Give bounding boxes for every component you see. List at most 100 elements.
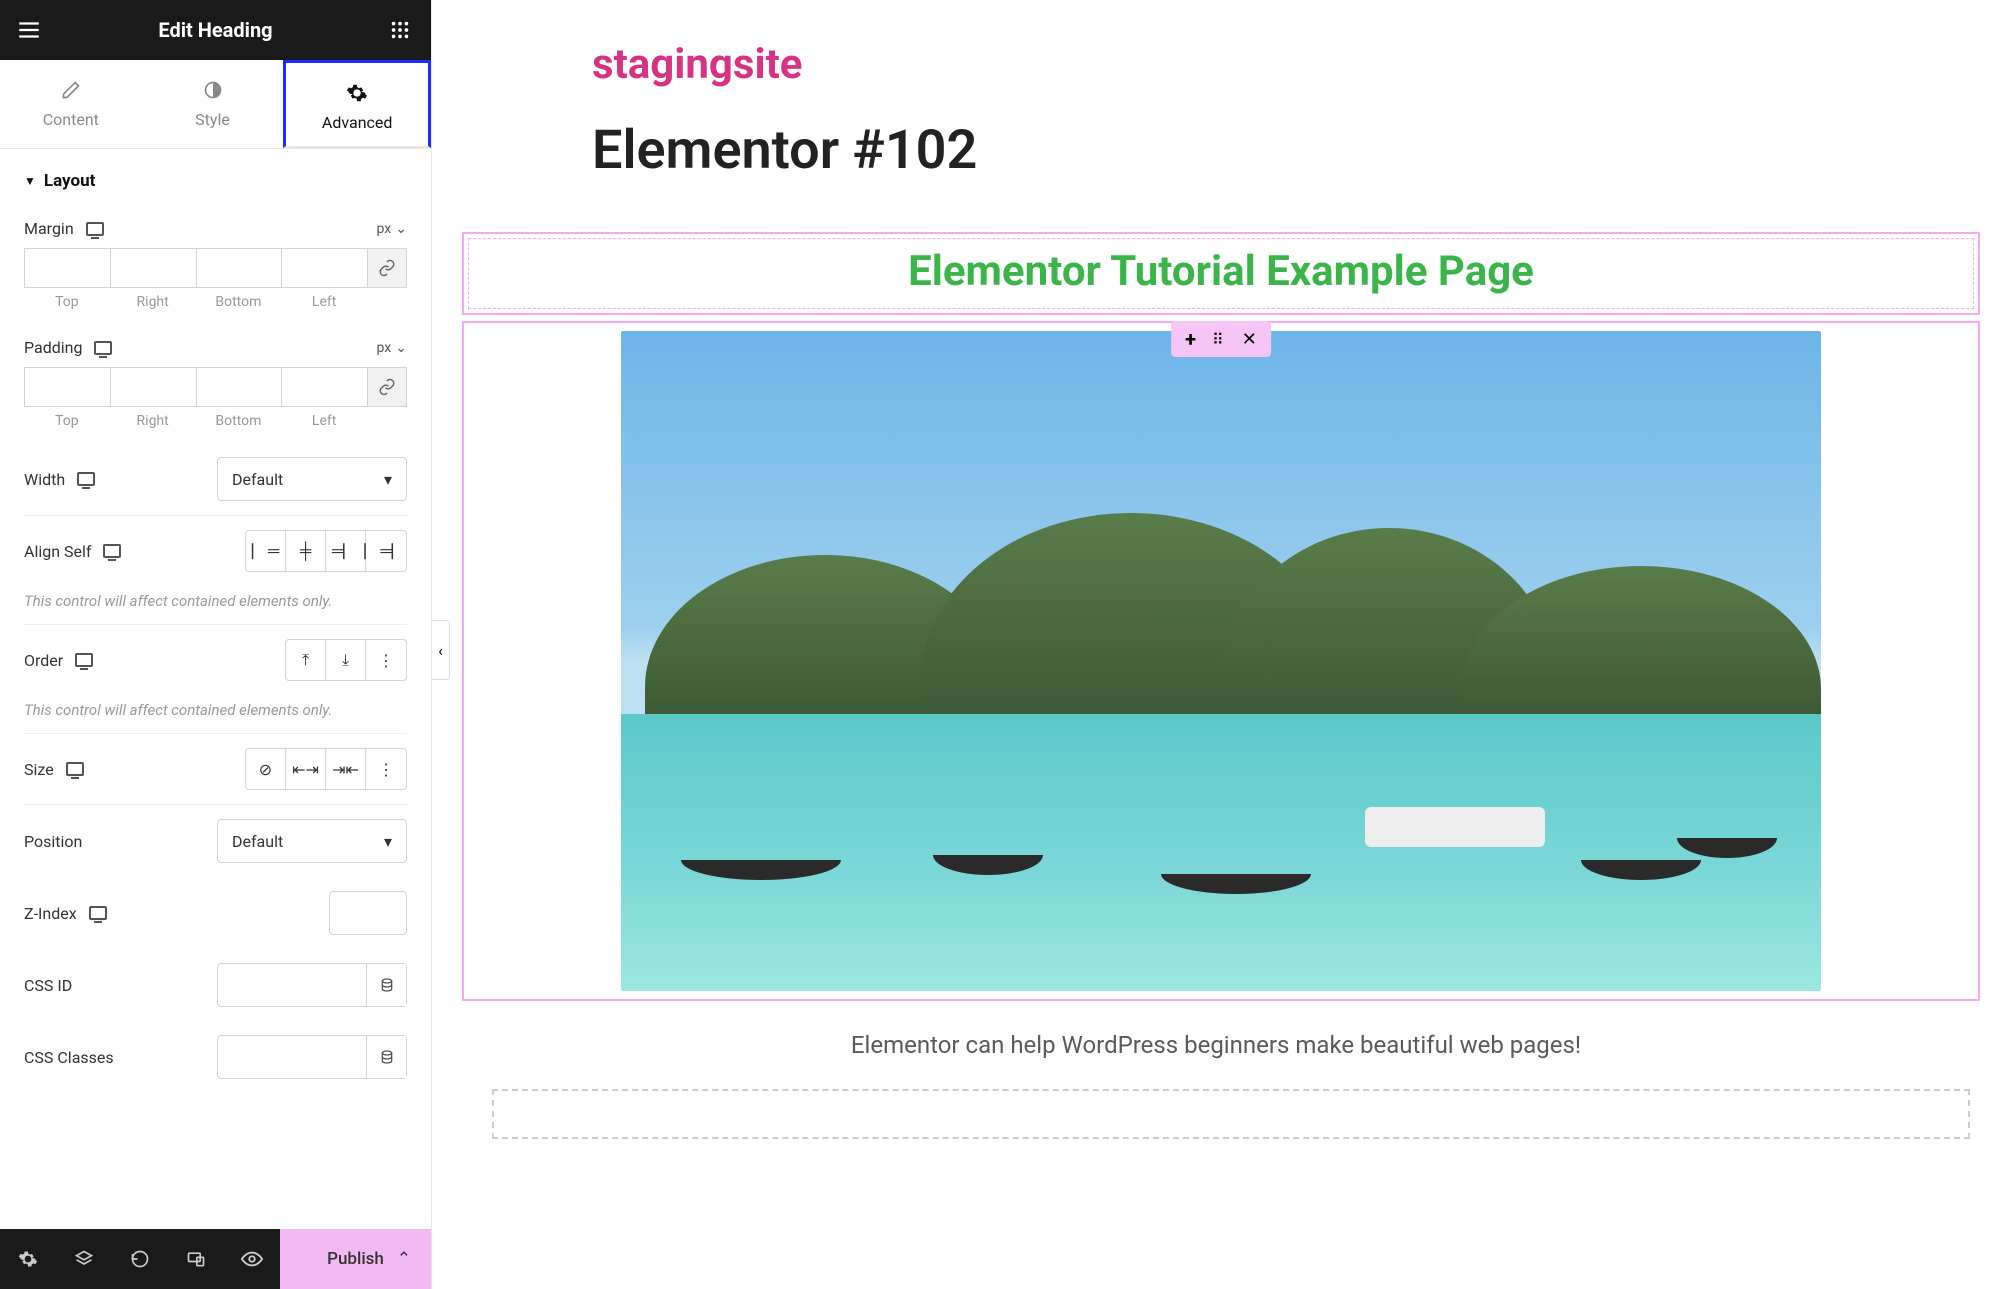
link-values-button[interactable] bbox=[367, 248, 407, 288]
caret-down-icon: ▾ bbox=[384, 832, 392, 851]
size-control: Size ⊘ ⇤⇥ ⇥⇤ ⋮ bbox=[24, 734, 407, 805]
cssid-control: CSS ID bbox=[24, 949, 407, 1021]
width-select[interactable]: Default ▾ bbox=[217, 457, 407, 501]
widget-handle: + ⠿ ✕ bbox=[1171, 321, 1271, 357]
contrast-icon bbox=[201, 78, 225, 102]
zindex-input[interactable] bbox=[329, 891, 407, 935]
margin-left-input[interactable] bbox=[281, 248, 367, 288]
post-title: Elementor #102 bbox=[432, 89, 2000, 182]
label: Padding bbox=[24, 338, 82, 357]
margin-control: Margin px⌄ Top Right Bottom Left bbox=[24, 205, 407, 324]
drag-handle-icon[interactable]: ⠿ bbox=[1212, 330, 1226, 349]
desktop-icon[interactable] bbox=[86, 222, 104, 236]
label: Margin bbox=[24, 219, 74, 238]
navigator-icon[interactable] bbox=[56, 1229, 112, 1289]
unit-selector[interactable]: px⌄ bbox=[377, 340, 407, 356]
position-control: Position Default ▾ bbox=[24, 805, 407, 877]
padding-bottom-input[interactable] bbox=[196, 367, 282, 407]
label: Size bbox=[24, 760, 54, 779]
cssclasses-input[interactable] bbox=[217, 1035, 407, 1079]
padding-left-input[interactable] bbox=[281, 367, 367, 407]
add-widget-icon[interactable]: + bbox=[1185, 327, 1196, 351]
history-icon[interactable] bbox=[112, 1229, 168, 1289]
margin-bottom-input[interactable] bbox=[196, 248, 282, 288]
hamburger-menu-icon[interactable] bbox=[16, 17, 42, 43]
order-hint: This control will affect contained eleme… bbox=[24, 695, 407, 734]
label: Order bbox=[24, 651, 63, 670]
panel-header: Edit Heading bbox=[0, 0, 431, 60]
heading-widget[interactable]: Elementor Tutorial Example Page bbox=[468, 238, 1974, 309]
tab-content[interactable]: Content bbox=[0, 60, 142, 148]
dynamic-tag-icon[interactable] bbox=[366, 964, 406, 1006]
section-title: Layout bbox=[44, 171, 95, 191]
order-last-button[interactable]: ⤓ bbox=[326, 640, 366, 680]
label: Position bbox=[24, 832, 82, 851]
cssclasses-control: CSS Classes bbox=[24, 1021, 407, 1093]
close-icon[interactable]: ✕ bbox=[1242, 329, 1257, 350]
desktop-icon[interactable] bbox=[94, 341, 112, 355]
caption-text[interactable]: Elementor can help WordPress beginners m… bbox=[432, 1031, 2000, 1059]
label: CSS Classes bbox=[24, 1048, 114, 1067]
size-more-button[interactable]: ⋮ bbox=[366, 749, 406, 789]
preview-canvas: stagingsite Elementor #102 Elementor Tut… bbox=[432, 0, 2000, 1289]
desktop-icon[interactable] bbox=[103, 544, 121, 558]
caret-down-icon: ▾ bbox=[384, 470, 392, 489]
margin-top-input[interactable] bbox=[24, 248, 110, 288]
site-title[interactable]: stagingsite bbox=[432, 0, 2000, 89]
width-control: Width Default ▾ bbox=[24, 443, 407, 516]
desktop-icon[interactable] bbox=[77, 472, 95, 486]
tab-label: Advanced bbox=[322, 113, 393, 132]
order-first-button[interactable]: ⤒ bbox=[286, 640, 326, 680]
desktop-icon[interactable] bbox=[89, 906, 107, 920]
widgets-grid-icon[interactable] bbox=[389, 19, 415, 41]
cssid-input[interactable] bbox=[217, 963, 407, 1007]
margin-right-input[interactable] bbox=[110, 248, 196, 288]
dynamic-tag-icon[interactable] bbox=[366, 1036, 406, 1078]
align-stretch-button[interactable]: ⎸═⎸ bbox=[366, 531, 406, 571]
tab-label: Style bbox=[195, 110, 230, 129]
unit-selector[interactable]: px⌄ bbox=[377, 221, 407, 237]
chevron-up-icon[interactable]: ⌃ bbox=[397, 1249, 411, 1269]
pencil-icon bbox=[59, 78, 83, 102]
add-section-placeholder[interactable] bbox=[492, 1089, 1970, 1139]
responsive-icon[interactable] bbox=[168, 1229, 224, 1289]
publish-button[interactable]: Publish ⌃ bbox=[280, 1229, 431, 1289]
align-end-button[interactable]: ═⎸ bbox=[326, 531, 366, 571]
desktop-icon[interactable] bbox=[75, 653, 93, 667]
desktop-icon[interactable] bbox=[66, 762, 84, 776]
chevron-down-icon: ⌄ bbox=[395, 340, 407, 356]
size-shrink-button[interactable]: ⇥⇤ bbox=[326, 749, 366, 789]
panel-tabs: Content Style Advanced bbox=[0, 60, 431, 149]
caret-down-icon: ▼ bbox=[24, 174, 36, 188]
order-more-button[interactable]: ⋮ bbox=[366, 640, 406, 680]
order-control: Order ⤒ ⤓ ⋮ bbox=[24, 625, 407, 695]
panel-title: Edit Heading bbox=[158, 18, 272, 42]
image-section[interactable]: + ⠿ ✕ bbox=[462, 321, 1980, 1001]
gear-icon bbox=[345, 81, 369, 105]
align-start-button[interactable]: ⎸═ bbox=[246, 531, 286, 571]
align-center-button[interactable]: ╪ bbox=[286, 531, 326, 571]
position-select[interactable]: Default ▾ bbox=[217, 819, 407, 863]
label: Width bbox=[24, 470, 65, 489]
editor-panel: Edit Heading Content Style Advanced ▼ La… bbox=[0, 0, 432, 1289]
panel-footer: Publish ⌃ bbox=[0, 1229, 431, 1289]
collapse-panel-button[interactable]: ‹ bbox=[432, 620, 450, 680]
size-none-button[interactable]: ⊘ bbox=[246, 749, 286, 789]
chevron-left-icon: ‹ bbox=[438, 641, 443, 660]
link-values-button[interactable] bbox=[367, 367, 407, 407]
padding-top-input[interactable] bbox=[24, 367, 110, 407]
section-layout-toggle[interactable]: ▼ Layout bbox=[0, 149, 431, 199]
padding-right-input[interactable] bbox=[110, 367, 196, 407]
tab-advanced[interactable]: Advanced bbox=[283, 60, 431, 148]
size-grow-button[interactable]: ⇤⇥ bbox=[286, 749, 326, 789]
heading-section[interactable]: Elementor Tutorial Example Page bbox=[462, 232, 1980, 315]
preview-icon[interactable] bbox=[224, 1229, 280, 1289]
settings-icon[interactable] bbox=[0, 1229, 56, 1289]
tab-label: Content bbox=[43, 110, 99, 129]
chevron-down-icon: ⌄ bbox=[395, 221, 407, 237]
image-widget[interactable] bbox=[621, 331, 1821, 991]
tab-style[interactable]: Style bbox=[142, 60, 284, 148]
zindex-control: Z-Index bbox=[24, 877, 407, 949]
align-self-hint: This control will affect contained eleme… bbox=[24, 586, 407, 625]
label: Z-Index bbox=[24, 904, 77, 923]
